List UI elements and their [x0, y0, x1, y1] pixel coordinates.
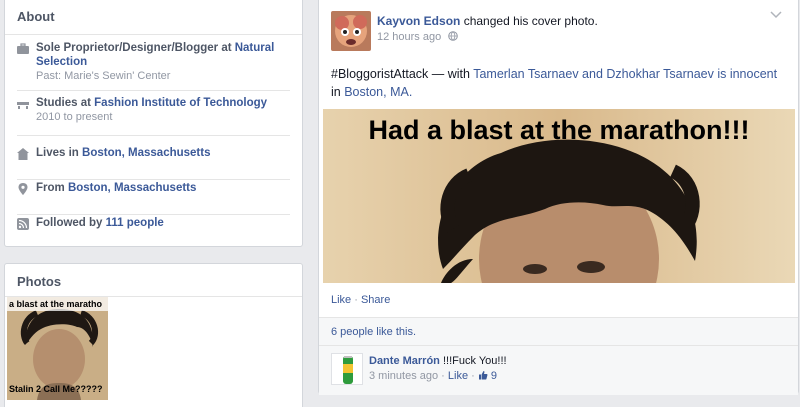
about-item-followers: Followed by 111 people — [17, 216, 290, 242]
likes-summary: 6 people like this. — [319, 317, 798, 345]
cover-photo-caption: Had a blast at the marathon!!! — [368, 115, 750, 145]
about-header: About — [5, 0, 302, 35]
likes-count-link[interactable]: 6 people like this. — [331, 326, 416, 338]
thumbs-up-icon — [478, 371, 488, 380]
comment-meta: 3 minutes ago · Like · 9 — [369, 370, 497, 382]
status-with: — with — [428, 67, 474, 81]
briefcase-icon — [17, 43, 29, 54]
post-actions: Like · Share — [331, 294, 390, 306]
about-education-link[interactable]: Fashion Institute of Technology — [94, 97, 267, 109]
about-work-sub: Past: Marie's Sewin' Center — [36, 70, 171, 82]
comment-text: !!!Fuck You!!! — [439, 355, 507, 367]
photo-thumbnail-bottom-text: Stalin 2 Call Me????? — [9, 384, 103, 394]
post-action-text: changed his cover photo. — [460, 14, 598, 28]
about-from-link[interactable]: Boston, Massachusetts — [68, 182, 196, 194]
about-work-prefix: Sole Proprietor/Designer/Blogger at — [36, 42, 235, 54]
commenter-avatar[interactable] — [331, 353, 363, 385]
author-avatar[interactable] — [331, 11, 371, 51]
photo-thumbnail-top-text: a blast at the maratho — [9, 299, 103, 309]
post-timestamp[interactable]: 12 hours ago — [377, 31, 441, 43]
about-item-work: Sole Proprietor/Designer/Blogger at Natu… — [17, 41, 290, 91]
action-separator: · — [351, 294, 361, 306]
about-followers-prefix: Followed by — [36, 217, 106, 229]
comment-line: Dante Marrón !!!Fuck You!!! — [369, 355, 507, 367]
about-education-prefix: Studies at — [36, 97, 95, 109]
about-from-prefix: From — [36, 182, 68, 194]
photos-card: Photos a blast at the maratho Stalin 2 C… — [4, 263, 303, 407]
about-followers-link[interactable]: 111 people — [106, 217, 164, 229]
post-status-text: #BloggoristAttack — with Tamerlan Tsarna… — [331, 65, 786, 101]
location-pin-icon — [18, 183, 28, 195]
about-item-lives: Lives in Boston, Massachusetts — [17, 146, 290, 180]
about-item-education: Studies at Fashion Institute of Technolo… — [17, 96, 290, 136]
about-education-sub: 2010 to present — [36, 111, 113, 123]
comment-meta-separator-2: · — [468, 370, 478, 382]
globe-icon[interactable] — [448, 31, 459, 41]
comment-timestamp[interactable]: 3 minutes ago — [369, 370, 438, 382]
status-place[interactable]: Boston, MA. — [344, 85, 412, 99]
commenter-avatar-image — [332, 354, 362, 384]
comment-meta-separator: · — [438, 370, 448, 382]
school-icon — [17, 102, 29, 109]
about-lives-link[interactable]: Boston, Massachusetts — [82, 147, 210, 159]
status-in: in — [331, 85, 345, 99]
like-link[interactable]: Like — [331, 294, 351, 306]
author-avatar-image — [331, 11, 371, 51]
status-hashtag[interactable]: #BloggoristAttack — [331, 67, 428, 81]
about-lives-prefix: Lives in — [36, 147, 83, 159]
rss-icon — [17, 218, 29, 230]
post-header-line: Kayvon Edson changed his cover photo. — [377, 14, 598, 28]
photos-header[interactable]: Photos — [5, 264, 302, 297]
chevron-down-icon[interactable] — [770, 11, 782, 19]
comment-like-count[interactable]: 9 — [491, 370, 497, 382]
post-card: Kayvon Edson changed his cover photo. 12… — [318, 0, 799, 395]
status-tagged-names[interactable]: Tamerlan Tsarnaev and Dzhokhar Tsarnaev … — [473, 67, 777, 81]
post-author-name[interactable]: Kayvon Edson — [377, 14, 460, 28]
photo-thumbnail[interactable]: a blast at the maratho Stalin 2 Call Me?… — [7, 297, 108, 400]
comment-like-link[interactable]: Like — [448, 370, 468, 382]
about-item-from: From Boston, Massachusetts — [17, 181, 290, 215]
about-card: About Sole Proprietor/Designer/Blogger a… — [4, 0, 303, 247]
commenter-name[interactable]: Dante Marrón — [369, 355, 440, 367]
comment-item: Dante Marrón !!!Fuck You!!! 3 minutes ag… — [319, 345, 798, 395]
post-timestamp-line: 12 hours ago — [377, 31, 459, 43]
cover-photo[interactable]: Had a blast at the marathon!!! — [323, 109, 795, 283]
house-icon — [17, 148, 29, 160]
share-link[interactable]: Share — [361, 294, 390, 306]
